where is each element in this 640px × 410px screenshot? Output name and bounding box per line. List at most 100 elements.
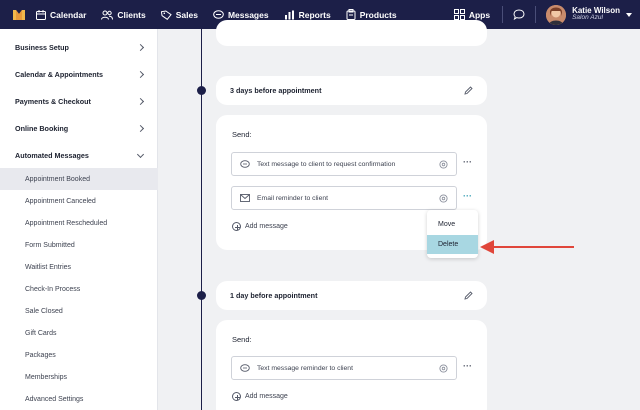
sidebar-item-label: Sale Closed xyxy=(25,307,63,315)
sidebar-item-label: Packages xyxy=(25,351,56,359)
sidebar-item-packages[interactable]: Packages xyxy=(0,344,158,366)
logo-icon[interactable] xyxy=(12,8,26,22)
timing-header-1-day: 1 day before appointment xyxy=(216,281,487,310)
nav-products[interactable]: Products xyxy=(346,9,397,20)
add-message-button[interactable]: Add message xyxy=(232,222,288,231)
nav-messages[interactable]: Messages xyxy=(213,10,269,20)
speech-bubble-icon xyxy=(513,9,525,20)
chat-bubble-icon xyxy=(240,363,250,373)
sidebar-section-label: Payments & Checkout xyxy=(15,97,91,106)
envelope-icon xyxy=(240,194,250,202)
nav-clients-label: Clients xyxy=(117,9,146,20)
more-options-icon-active[interactable]: ··· xyxy=(463,191,472,201)
apps-grid-icon xyxy=(453,9,465,20)
avatar[interactable] xyxy=(546,4,567,25)
send-label: Send: xyxy=(232,335,252,344)
gear-icon[interactable] xyxy=(439,160,448,171)
nav-clients[interactable]: Clients xyxy=(101,9,146,20)
plus-circle-icon xyxy=(232,222,241,231)
timing-title: 3 days before appointment xyxy=(230,86,322,95)
sidebar-section-online-booking[interactable]: Online Booking xyxy=(0,115,158,142)
chat-bubble-icon xyxy=(240,159,250,169)
tag-icon xyxy=(160,9,172,20)
more-options-icon[interactable]: ··· xyxy=(463,157,472,167)
sidebar-item-check-in-process[interactable]: Check-In Process xyxy=(0,278,158,300)
nav-calendar[interactable]: Calendar xyxy=(36,9,87,20)
user-menu-caret-icon[interactable] xyxy=(626,12,632,17)
message-text: Text message reminder to client xyxy=(257,364,353,372)
message-text: Text message to client to request confir… xyxy=(257,160,396,168)
nav-messages-label: Messages xyxy=(227,9,269,20)
apps-button[interactable]: Apps xyxy=(453,9,491,20)
nav-reports[interactable]: Reports xyxy=(284,10,331,20)
message-context-menu: Move Delete xyxy=(427,210,478,258)
pencil-edit-icon[interactable] xyxy=(464,291,473,300)
sidebar-section-automated-messages[interactable]: Automated Messages xyxy=(0,142,158,169)
chevron-down-icon xyxy=(136,150,145,158)
sidebar-section-payments-checkout[interactable]: Payments & Checkout xyxy=(0,88,158,115)
menu-item-move[interactable]: Move xyxy=(427,215,478,234)
more-options-icon[interactable]: ··· xyxy=(463,361,472,371)
sidebar-item-appointment-canceled[interactable]: Appointment Canceled xyxy=(0,190,158,212)
chevron-right-icon xyxy=(136,43,145,52)
sidebar-section-label: Automated Messages xyxy=(15,151,89,160)
menu-item-label: Move xyxy=(438,221,456,228)
message-row-email-reminder[interactable]: Email reminder to client xyxy=(231,186,457,210)
pencil-edit-icon[interactable] xyxy=(464,86,473,95)
sidebar-item-gift-cards[interactable]: Gift Cards xyxy=(0,322,158,344)
sidebar-item-label: Gift Cards xyxy=(25,329,57,337)
sidebar-item-appointment-rescheduled[interactable]: Appointment Rescheduled xyxy=(0,212,158,234)
sidebar-section-label: Business Setup xyxy=(15,43,69,52)
sidebar-section-calendar-appointments[interactable]: Calendar & Appointments xyxy=(0,61,158,88)
gear-icon[interactable] xyxy=(439,194,448,205)
previous-card xyxy=(216,20,487,46)
nav-reports-label: Reports xyxy=(298,9,331,20)
sidebar-item-sale-closed[interactable]: Sale Closed xyxy=(0,300,158,322)
add-message-label: Add message xyxy=(245,223,288,230)
sidebar-item-advanced-settings[interactable]: Advanced Settings xyxy=(0,388,158,410)
sidebar-item-label: Check-In Process xyxy=(25,285,81,293)
nav-sales-label: Sales xyxy=(175,9,198,20)
add-message-label: Add message xyxy=(245,393,288,400)
nav-sales[interactable]: Sales xyxy=(160,9,198,20)
settings-sidebar: Business Setup Calendar & Appointments P… xyxy=(0,29,158,410)
sidebar-item-waitlist-entries[interactable]: Waitlist Entries xyxy=(0,256,158,278)
timeline-dot xyxy=(197,86,206,95)
nav-divider xyxy=(535,6,537,23)
sidebar-section-business-setup[interactable]: Business Setup xyxy=(0,34,158,61)
chevron-right-icon xyxy=(136,124,145,133)
plus-circle-icon xyxy=(232,392,241,401)
message-text: Email reminder to client xyxy=(257,194,329,202)
chat-button[interactable] xyxy=(513,9,525,20)
calendar-icon xyxy=(36,9,46,20)
sidebar-item-memberships[interactable]: Memberships xyxy=(0,366,158,388)
send-card-1-day: Send: Text message reminder to client ··… xyxy=(216,320,487,410)
add-message-button[interactable]: Add message xyxy=(232,392,288,401)
nav-divider xyxy=(502,6,504,23)
message-row-text-reminder[interactable]: Text message reminder to client xyxy=(231,356,457,380)
timing-title: 1 day before appointment xyxy=(230,291,318,300)
timeline-dot xyxy=(197,291,206,300)
sidebar-item-label: Appointment Rescheduled xyxy=(25,219,108,227)
user-info[interactable]: Katie Wilson Salon Azul xyxy=(572,6,620,22)
chat-icon xyxy=(213,9,224,19)
sidebar-item-label: Advanced Settings xyxy=(25,395,84,403)
menu-item-delete[interactable]: Delete xyxy=(427,235,478,254)
message-row-text-confirmation[interactable]: Text message to client to request confir… xyxy=(231,152,457,176)
sidebar-item-label: Appointment Booked xyxy=(25,175,90,183)
sidebar-item-label: Appointment Canceled xyxy=(25,197,96,205)
box-icon xyxy=(346,9,356,20)
menu-item-label: Delete xyxy=(438,241,459,248)
sidebar-item-label: Memberships xyxy=(25,373,68,381)
chevron-right-icon xyxy=(136,70,145,79)
timing-header-3-days: 3 days before appointment xyxy=(216,76,487,105)
clients-icon xyxy=(101,10,114,20)
user-salon: Salon Azul xyxy=(572,14,603,22)
nav-calendar-label: Calendar xyxy=(50,9,87,20)
bar-chart-icon xyxy=(284,10,294,19)
gear-icon[interactable] xyxy=(439,364,448,375)
sidebar-item-form-submitted[interactable]: Form Submitted xyxy=(0,234,158,256)
sidebar-item-appointment-booked[interactable]: Appointment Booked xyxy=(0,168,158,190)
apps-label: Apps xyxy=(468,9,491,20)
chevron-right-icon xyxy=(136,97,145,106)
